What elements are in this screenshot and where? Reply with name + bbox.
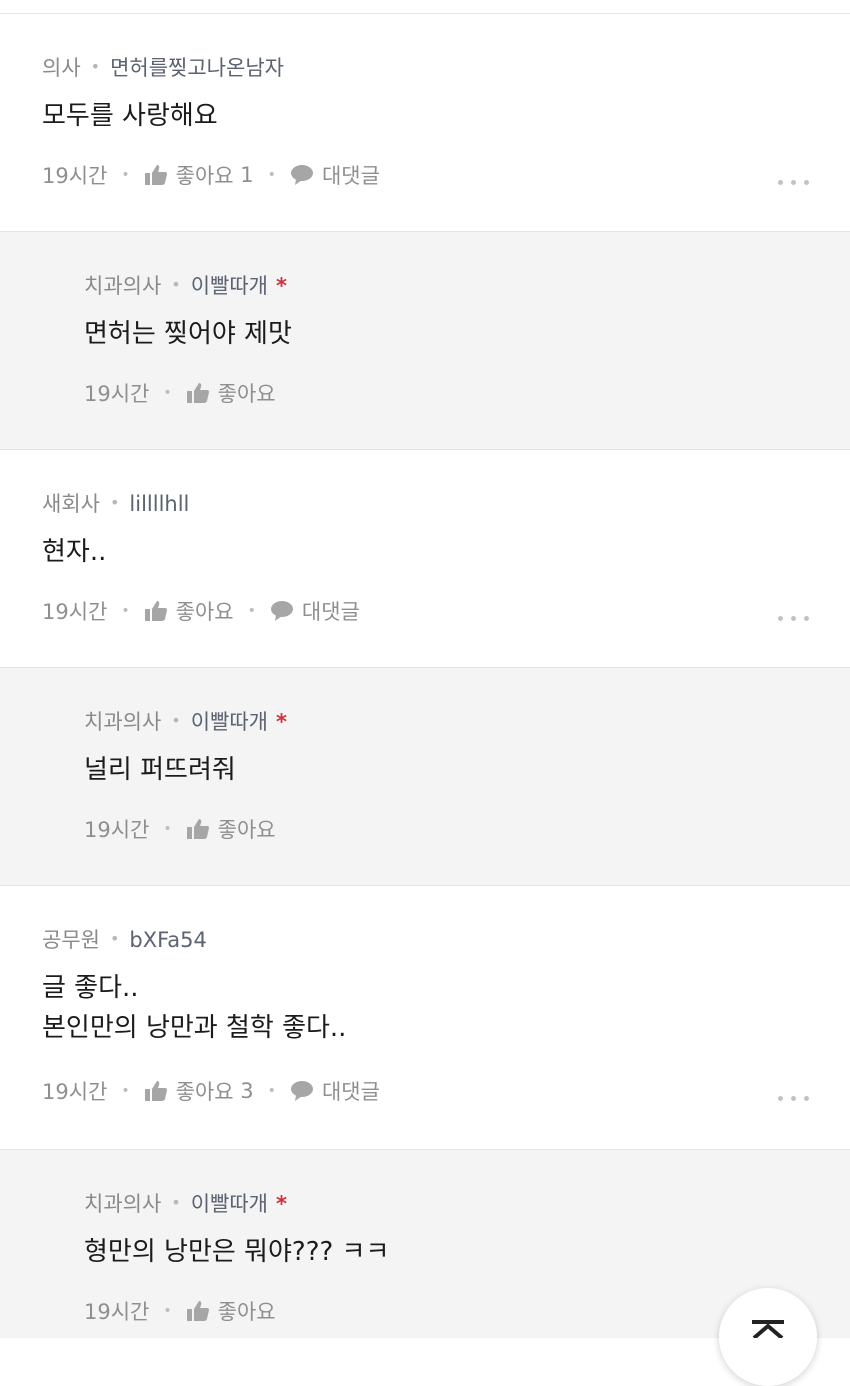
speech-bubble-icon <box>290 1081 313 1101</box>
scroll-to-top-icon <box>752 1320 784 1338</box>
meta-separator: • <box>109 929 120 948</box>
comment-body: 현자.. <box>42 537 107 567</box>
like-label: 좋아요 <box>175 1080 234 1104</box>
like-button[interactable]: 좋아요 1 <box>144 160 254 190</box>
author-job: 치과의사 <box>84 274 162 298</box>
author-star-badge: * <box>276 710 287 734</box>
comment-meta: 치과의사 • 이빨따개 * <box>84 270 287 300</box>
comment-body: 면허는 찢어야 제맛 <box>84 319 292 349</box>
comment-footer: 19시간 • 좋아요 1 • 대댓글 <box>42 160 380 190</box>
meta-separator: • <box>109 493 120 512</box>
comment-time: 19시간 <box>42 1080 108 1104</box>
comment-time: 19시간 <box>42 600 108 624</box>
author-nickname[interactable]: bXFa54 <box>129 928 206 952</box>
like-button[interactable]: 좋아요 <box>186 378 276 408</box>
footer-separator: • <box>121 1083 130 1099</box>
more-dots-icon[interactable] <box>778 1096 810 1104</box>
author-nickname[interactable]: 이빨따개 <box>191 1192 268 1216</box>
comment-footer: 19시간 • 좋아요 <box>84 1296 276 1326</box>
footer-separator: • <box>163 1303 172 1319</box>
comment-footer: 19시간 • 좋아요 <box>84 814 276 844</box>
author-nickname[interactable]: 이빨따개 <box>191 710 268 734</box>
more-dots-icon[interactable] <box>778 180 810 188</box>
comment-footer: 19시간 • 좋아요 3 • 대댓글 <box>42 1076 380 1106</box>
like-count: 1 <box>240 163 254 187</box>
like-button[interactable]: 좋아요 <box>186 814 276 844</box>
footer-separator: • <box>121 603 130 619</box>
meta-separator: • <box>171 275 181 294</box>
like-label: 좋아요 <box>217 818 276 842</box>
reply-item: 치과의사 • 이빨따개 * 면허는 찢어야 제맛 19시간 • 좋아요 <box>0 232 850 450</box>
footer-separator: • <box>247 603 256 619</box>
reply-button[interactable]: 대댓글 <box>290 160 380 190</box>
speech-bubble-icon <box>290 165 313 185</box>
comment-body: 널리 퍼뜨려줘 <box>84 755 236 785</box>
reply-label: 대댓글 <box>321 164 380 188</box>
thumbs-up-icon <box>186 1301 209 1321</box>
like-label: 좋아요 <box>175 600 234 624</box>
comment-footer: 19시간 • 좋아요 <box>84 378 276 408</box>
footer-separator: • <box>163 821 172 837</box>
author-job: 공무원 <box>42 928 100 952</box>
author-nickname[interactable]: 이빨따개 <box>191 274 268 298</box>
footer-separator: • <box>121 167 130 183</box>
like-label: 좋아요 <box>217 382 276 406</box>
footer-separator: • <box>267 1083 276 1099</box>
like-button[interactable]: 좋아요 3 <box>144 1076 254 1106</box>
like-label: 좋아요 <box>217 1300 276 1324</box>
reply-label: 대댓글 <box>301 600 360 624</box>
reply-label: 대댓글 <box>321 1080 380 1104</box>
author-job: 의사 <box>42 56 81 80</box>
comment-footer: 19시간 • 좋아요 • 대댓글 <box>42 596 360 626</box>
speech-bubble-icon <box>270 601 293 621</box>
author-star-badge: * <box>276 1192 287 1216</box>
like-label: 좋아요 <box>175 164 234 188</box>
scroll-to-top-button[interactable] <box>719 1288 817 1386</box>
comment-item: 새회사 • lillllhll 현자.. 19시간 • 좋아요 • 대댓글 <box>0 450 850 668</box>
comment-meta: 새회사 • lillllhll <box>42 488 189 518</box>
comment-time: 19시간 <box>42 164 108 188</box>
like-button[interactable]: 좋아요 <box>144 596 234 626</box>
reply-button[interactable]: 대댓글 <box>270 596 360 626</box>
comment-item: 공무원 • bXFa54 글 좋다.. 본인만의 낭만과 철학 좋다.. 19시간 •… <box>0 886 850 1150</box>
thumbs-up-icon <box>186 819 209 839</box>
comment-time: 19시간 <box>84 382 150 406</box>
author-star-badge: * <box>276 274 287 298</box>
thumbs-up-icon <box>186 383 209 403</box>
more-dots-icon[interactable] <box>778 616 810 624</box>
like-button[interactable]: 좋아요 <box>186 1296 276 1326</box>
reply-item: 치과의사 • 이빨따개 * 널리 퍼뜨려줘 19시간 • 좋아요 <box>0 668 850 886</box>
comment-item: 의사 • 면허를찢고나온남자 모두를 사랑해요 19시간 • 좋아요 1 • 대댓글 <box>0 14 850 232</box>
meta-separator: • <box>171 1193 181 1212</box>
comment-meta: 치과의사 • 이빨따개 * <box>84 706 287 736</box>
thumbs-up-icon <box>144 601 167 621</box>
author-job: 치과의사 <box>84 710 162 734</box>
comment-body: 형만의 낭만은 뭐야??? ㅋㅋ <box>84 1237 390 1267</box>
comment-body: 글 좋다.. 본인만의 낭만과 철학 좋다.. <box>42 973 347 1043</box>
thumbs-up-icon <box>144 165 167 185</box>
author-nickname[interactable]: lillllhll <box>129 492 189 516</box>
comment-meta: 의사 • 면허를찢고나온남자 <box>42 52 284 82</box>
author-job: 치과의사 <box>84 1192 162 1216</box>
reply-button[interactable]: 대댓글 <box>290 1076 380 1106</box>
comment-body: 모두를 사랑해요 <box>42 101 218 131</box>
comment-meta: 치과의사 • 이빨따개 * <box>84 1188 287 1218</box>
author-nickname[interactable]: 면허를찢고나온남자 <box>110 56 284 80</box>
comment-meta: 공무원 • bXFa54 <box>42 924 207 954</box>
meta-separator: • <box>171 711 181 730</box>
footer-separator: • <box>267 167 276 183</box>
comment-time: 19시간 <box>84 1300 150 1324</box>
thumbs-up-icon <box>144 1081 167 1101</box>
like-count: 3 <box>240 1079 254 1103</box>
comment-time: 19시간 <box>84 818 150 842</box>
author-job: 새회사 <box>42 492 100 516</box>
footer-separator: • <box>163 385 172 401</box>
meta-separator: • <box>90 57 101 76</box>
